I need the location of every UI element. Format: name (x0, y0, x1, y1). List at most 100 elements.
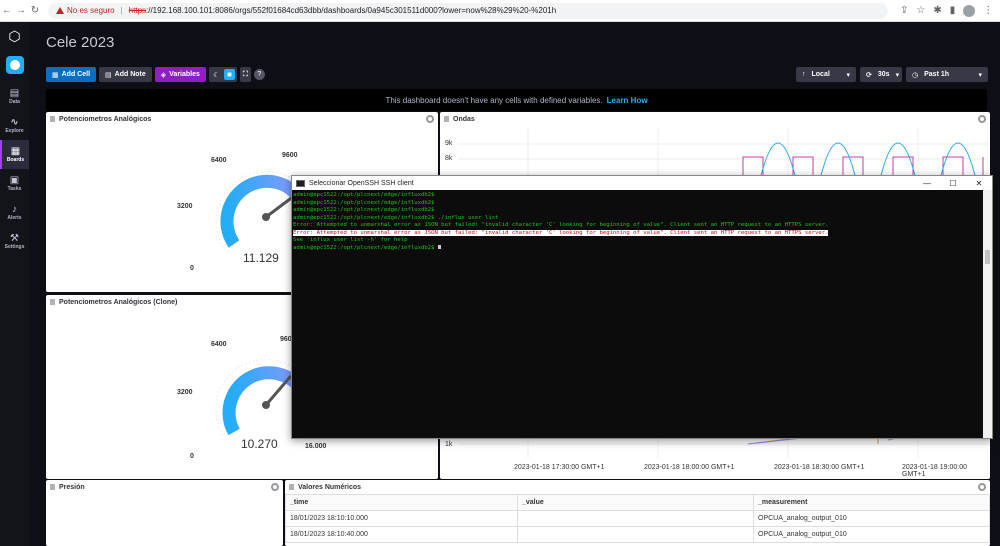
ssh-title-bar[interactable]: Seleccionar OpenSSH SSH client (292, 176, 992, 190)
menu-icon[interactable]: ⋮ (983, 5, 993, 17)
add-note-button[interactable]: ▤ Add Note (99, 67, 152, 82)
dashboard-toolbar: ▦ Add Cell ▤ Add Note ◈ Variables ☾ ✺ ⛶ ? (46, 67, 265, 82)
profile-avatar[interactable] (963, 4, 976, 17)
cell-title: Valores Numéricos (298, 483, 362, 491)
learn-how-link[interactable]: Learn How (607, 96, 648, 105)
gauge-1-tick-1: 3200 (177, 203, 193, 210)
nav-item-label: Boards (6, 157, 25, 163)
time-range-label: Past 1h (924, 71, 950, 78)
minimize-icon[interactable]: — (914, 176, 940, 190)
x-tick-label: 2023-01-18 18:30:00 GMT+1 (774, 464, 865, 471)
url-divider: | (120, 6, 123, 15)
terminal-icon (296, 179, 305, 187)
terminal-line: admin@epc1522:/opt/plcnext/edge/influxdb… (293, 244, 435, 251)
user-avatar[interactable] (5, 56, 24, 74)
variables-button[interactable]: ◈ Variables (154, 67, 206, 82)
note-icon: ▤ (105, 71, 112, 79)
x-tick-label: 2023-01-18 18:00:00 GMT+1 (644, 464, 735, 471)
nav-item-alerts[interactable]: ♪ Alerts (0, 198, 29, 227)
close-icon[interactable]: ✕ (966, 176, 992, 190)
timezone-icon: ↑ (802, 71, 806, 78)
x-tick-label: 2023-01-18 19:00:00 GMT+1 (902, 464, 967, 478)
back-icon[interactable]: ← (0, 5, 14, 16)
url-path: ://192.168.100.101:8086/orgs/552f01684cd… (146, 6, 557, 15)
maximize-icon[interactable]: ☐ (940, 176, 966, 190)
extensions-icon[interactable]: ✱ (933, 5, 941, 17)
forward-icon[interactable]: → (14, 5, 28, 16)
add-cell-icon: ▦ (52, 71, 59, 79)
terminal-line: admin@epc1522:/opt/plcnext/edge/influxdb… (293, 199, 435, 206)
ssh-client-window[interactable]: Seleccionar OpenSSH SSH client — ☐ ✕ adm… (291, 175, 993, 439)
nav-item-boards[interactable]: ▦ Boards (0, 140, 29, 169)
terminal-line: admin@epc1522:/opt/plcnext/edge/influxdb… (293, 192, 435, 198)
cell-settings-icon[interactable] (426, 115, 434, 123)
cell-settings-icon[interactable] (978, 115, 986, 123)
reload-icon[interactable]: ↻ (28, 5, 42, 16)
y-tick-label: 9k (445, 140, 453, 147)
terminal-scrollbar[interactable] (983, 190, 992, 438)
nav-item-tasks[interactable]: ▣ Tasks (0, 169, 29, 198)
presentation-mode-button[interactable]: ⛶ (239, 67, 251, 82)
gauge-1-hub (262, 213, 270, 221)
terminal-line: Error: Attempted to unmarshal error as J… (293, 222, 829, 228)
y-tick-label: 8k (445, 155, 453, 162)
sun-icon[interactable]: ✺ (223, 69, 235, 80)
page-title[interactable]: Cele 2023 (46, 34, 114, 51)
nav-item-explore[interactable]: ∿ Explore (0, 111, 29, 140)
gauge-1-tick-0: 0 (190, 265, 194, 272)
time-range-dropdown[interactable]: ◷ Past 1h ▾ (906, 67, 988, 82)
column-header[interactable]: _measurement (753, 494, 990, 511)
gauge-2-hub (262, 401, 270, 409)
star-icon[interactable]: ☆ (916, 5, 925, 17)
nav-item-data[interactable]: ▤ Data (0, 82, 29, 111)
terminal-cursor (437, 245, 441, 249)
cell-settings-icon[interactable] (978, 483, 986, 491)
dashboards-icon: ▦ (10, 146, 21, 157)
terminal-line-selected: Error: Attempted to unmarshal error as J… (293, 229, 829, 236)
add-cell-button[interactable]: ▦ Add Cell (46, 67, 97, 82)
help-icon[interactable]: ? (253, 69, 265, 80)
chevron-down-icon: ▾ (846, 71, 850, 79)
cell-title: Ondas (453, 115, 475, 123)
chevron-down-icon: ▾ (978, 71, 982, 79)
table-cell: 18/01/2023 18:10:40.000 (285, 526, 518, 543)
column-header[interactable]: _value (517, 494, 754, 511)
nav-item-label: Tasks (7, 186, 22, 192)
address-bar[interactable]: No es seguro | https://192.168.100.101:8… (48, 2, 888, 19)
refresh-dropdown[interactable]: ⟳ 30s ▾ (860, 67, 902, 82)
variables-banner: This dashboard doesn't have any cells wi… (46, 89, 987, 111)
nav-item-label: Explore (5, 128, 24, 134)
browser-actions: ⇪ ☆ ✱ ▮ ⋮ (900, 4, 993, 17)
calendar-icon: ▣ (9, 175, 20, 186)
terminal-line: admin@epc1522:/opt/plcnext/edge/influxdb… (293, 214, 499, 221)
cell-settings-icon[interactable] (271, 483, 279, 491)
time-controls: ↑ Local ▾ ⟳ 30s ▾ ◷ Past 1h ▾ (796, 67, 988, 82)
security-warning[interactable]: No es seguro (56, 6, 115, 15)
refresh-label: 30s (877, 71, 890, 78)
variables-icon: ◈ (160, 71, 167, 79)
terminal-line: admin@epc1522:/opt/plcnext/edge/influxdb… (293, 207, 435, 213)
sidebar-icon[interactable]: ▮ (950, 5, 956, 17)
gauge-2-needle (264, 375, 292, 407)
moon-icon[interactable]: ☾ (211, 69, 222, 80)
terminal-output[interactable]: admin@epc1522:/opt/plcnext/edge/influxdb… (292, 190, 984, 438)
security-warning-label: No es seguro (67, 6, 115, 15)
influxdb-logo-icon[interactable]: ⬡ (5, 26, 25, 46)
gauge-1-value: 11.129 (243, 251, 279, 265)
scrollbar-thumb[interactable] (985, 250, 990, 264)
column-header[interactable]: _time (285, 494, 518, 511)
database-icon: ▤ (9, 88, 20, 99)
url-text[interactable]: https://192.168.100.101:8086/orgs/552f01… (129, 6, 557, 15)
share-icon[interactable]: ⇪ (900, 5, 908, 17)
table-cell: OPCUA_analog_output_010 (753, 510, 990, 527)
left-navigation: ⬡ ▤ Data ∿ Explore ▦ Boards ▣ Tasks ♪ Al… (0, 22, 29, 546)
table-cell (517, 526, 754, 543)
fullscreen-icon: ⛶ (242, 70, 248, 78)
nav-item-label: Settings (4, 244, 25, 250)
nav-item-settings[interactable]: ⚒ Settings (0, 227, 29, 256)
warning-icon (56, 7, 64, 14)
add-note-label: Add Note (114, 71, 146, 78)
ssh-window-title: Seleccionar OpenSSH SSH client (309, 179, 414, 187)
timezone-dropdown[interactable]: ↑ Local ▾ (796, 67, 856, 82)
theme-toggle[interactable]: ☾ ✺ (208, 67, 237, 82)
